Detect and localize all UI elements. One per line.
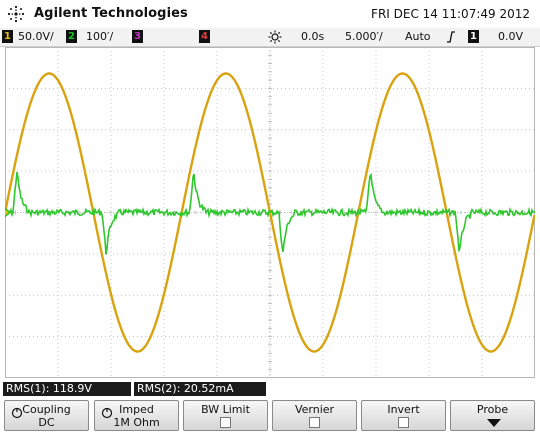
impedance-softkey[interactable]: Imped 1M Ohm	[94, 400, 179, 431]
channel-status-bar: 1 50.0V/ 2 100′/ 3 4 0.0s 5.000′/ Auto 1…	[0, 28, 540, 47]
brand-name: Agilent Technologies	[34, 6, 188, 21]
datetime-display: FRI DEC 14 11:07:49 2012	[371, 7, 530, 21]
rising-edge-icon	[447, 31, 455, 43]
channel-1-scale: 50.0V/	[18, 30, 54, 43]
bw-limit-softkey[interactable]: BW Limit	[183, 400, 268, 431]
meas-1-prefix: RMS(	[6, 382, 35, 395]
trigger-mode: Auto	[405, 30, 431, 43]
sun-trigger-icon	[268, 30, 282, 44]
time-position: 0.0s	[301, 30, 325, 43]
submenu-arrow-icon	[487, 419, 501, 427]
trigger-source-indicator[interactable]: 1	[468, 30, 479, 43]
bw-limit-checkbox[interactable]	[220, 417, 231, 428]
vernier-softkey[interactable]: Vernier	[272, 400, 357, 431]
meas-1-value: ): 118.9V	[41, 382, 92, 395]
instrument-header: Agilent Technologies FRI DEC 14 11:07:49…	[0, 0, 540, 28]
probe-label: Probe	[476, 403, 509, 416]
channel-2-scale: 100′/	[86, 30, 114, 43]
trigger-level: 0.0V	[498, 30, 524, 43]
coupling-softkey[interactable]: Coupling DC	[4, 400, 89, 431]
coupling-value: DC	[38, 416, 55, 429]
probe-softkey[interactable]: Probe	[450, 400, 535, 431]
channel-4-indicator[interactable]: 4	[199, 30, 210, 43]
meas-2-value: ): 20.52mA	[172, 382, 234, 395]
vernier-label: Vernier	[294, 403, 335, 416]
channel-3-indicator[interactable]: 3	[132, 30, 143, 43]
softkey-bar: Coupling DC Imped 1M Ohm BW Limit Vernie…	[0, 399, 540, 433]
agilent-spark-logo	[7, 5, 25, 23]
meas-2-prefix: RMS(	[137, 382, 166, 395]
bw-limit-label: BW Limit	[201, 403, 250, 416]
measurement-row: RMS(1): 118.9V RMS(2): 20.52mA	[0, 380, 540, 397]
vernier-checkbox[interactable]	[309, 417, 320, 428]
impedance-value: 1M Ohm	[113, 416, 160, 429]
invert-softkey[interactable]: Invert	[361, 400, 446, 431]
ground-markers	[5, 207, 11, 218]
coupling-label: Coupling	[22, 403, 71, 416]
channel-2-indicator[interactable]: 2	[66, 30, 77, 43]
time-scale: 5.000′/	[345, 30, 383, 43]
invert-checkbox[interactable]	[398, 417, 409, 428]
waveform-plot	[5, 47, 535, 378]
channel-1-indicator[interactable]: 1	[2, 30, 13, 43]
measurement-2: RMS(2): 20.52mA	[134, 382, 266, 396]
invert-label: Invert	[387, 403, 420, 416]
impedance-label: Imped	[119, 403, 154, 416]
measurement-1: RMS(1): 118.9V	[3, 382, 131, 396]
waveform-display	[5, 47, 535, 378]
